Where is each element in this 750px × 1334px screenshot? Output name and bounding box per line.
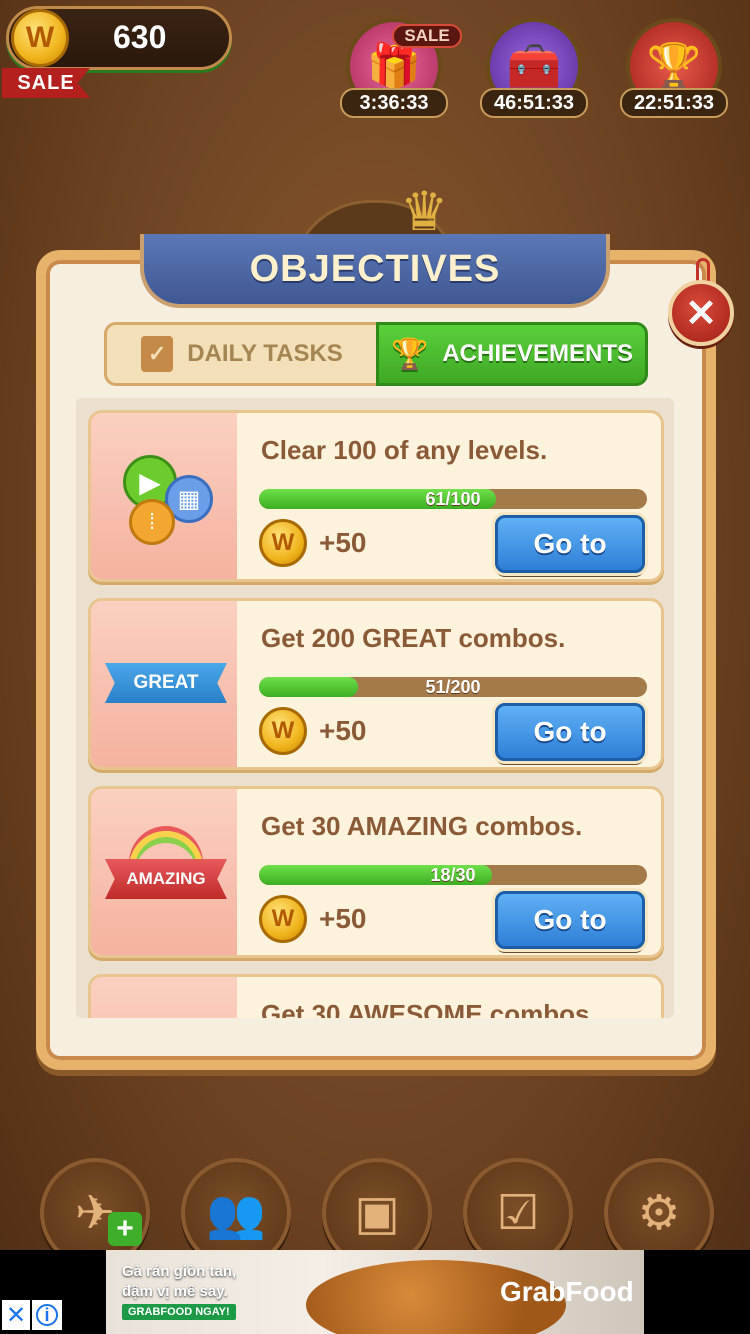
close-icon: ✕ — [685, 292, 717, 335]
close-button[interactable]: ✕ — [668, 280, 734, 346]
ad-line-1: Gà rán giòn tan, — [122, 1263, 237, 1280]
progress-text: 51/200 — [425, 677, 481, 697]
trophy-timer-button[interactable]: 🏆 22:51:33 — [620, 0, 728, 118]
achievement-title: Clear 100 of any levels. — [261, 435, 548, 465]
ad-banner[interactable]: Gà rán giòn tan, đậm vị mê say. GRABFOOD… — [106, 1250, 644, 1334]
awesome-icon — [91, 977, 237, 1018]
dialog-title: OBJECTIVES — [140, 234, 610, 308]
achievement-title: Get 30 AMAZING combos. — [261, 811, 583, 841]
tab-daily-tasks[interactable]: ✓ DAILY TASKS — [104, 322, 380, 386]
ad-text: Gà rán giòn tan, đậm vị mê say. — [122, 1262, 236, 1302]
chest-timer-label: 46:51:33 — [480, 88, 588, 118]
go-to-button[interactable]: Go to — [495, 891, 645, 949]
achievement-card: Get 30 AWESOME combos. — [88, 974, 664, 1018]
album-icon: ▣ — [354, 1187, 400, 1240]
coin-icon: W — [259, 707, 307, 755]
achievement-title: Get 30 AWESOME combos. — [261, 999, 597, 1018]
achievements-list[interactable]: ▶ ▦ ⁞ Clear 100 of any levels. 61/100 W … — [76, 398, 674, 1018]
amazing-ribbon-icon: AMAZING — [91, 789, 237, 955]
ad-close-button[interactable]: ✕ — [2, 1300, 30, 1330]
reward-amount: +50 — [319, 903, 367, 934]
amazing-ribbon-label: AMAZING — [105, 859, 227, 899]
sale-badge: SALE — [392, 24, 462, 48]
plus-icon: + — [108, 1212, 142, 1246]
achievement-title: Get 200 GREAT combos. — [261, 623, 566, 653]
ad-brand-logo: GrabFood — [500, 1276, 634, 1307]
progress-bar: 18/30 — [259, 865, 647, 885]
coin-icon: W — [259, 519, 307, 567]
trophy-icon: 🏆 — [390, 337, 429, 371]
progress-text: 18/30 — [430, 865, 476, 885]
tab-daily-tasks-label: DAILY TASKS — [187, 340, 343, 367]
chest-timer-button[interactable]: 🧰 46:51:33 — [480, 0, 588, 118]
reward-amount: +50 — [319, 527, 367, 558]
achievement-card: AMAZING Get 30 AMAZING combos. 18/30 W +… — [88, 786, 664, 958]
go-to-button[interactable]: Go to — [495, 515, 645, 573]
ad-info-button[interactable]: i — [32, 1300, 62, 1330]
ad-cta[interactable]: GRABFOOD NGAY! — [122, 1304, 236, 1320]
great-ribbon-label: GREAT — [105, 663, 227, 703]
levels-icon: ▶ ▦ ⁞ — [91, 413, 237, 579]
reward-amount: +50 — [319, 715, 367, 746]
coin-balance[interactable]: W 630 — [6, 6, 232, 70]
progress-bar: 51/200 — [259, 677, 647, 697]
settings-gear-icon: ⚙ — [637, 1187, 681, 1240]
clipboard-icon: ✓ — [141, 336, 174, 372]
ad-line-2: đậm vị mê say. — [122, 1283, 228, 1300]
go-to-button[interactable]: Go to — [495, 703, 645, 761]
close-icon: ✕ — [5, 1301, 27, 1329]
tasks-clipboard-icon: ☑ — [496, 1187, 540, 1240]
achievement-card: ▶ ▦ ⁞ Clear 100 of any levels. 61/100 W … — [88, 410, 664, 582]
progress-text: 61/100 — [425, 489, 481, 509]
tab-achievements[interactable]: 🏆 ACHIEVEMENTS — [376, 322, 648, 386]
tab-achievements-label: ACHIEVEMENTS — [442, 340, 634, 367]
achievement-card: GREAT Get 200 GREAT combos. 51/200 W +50… — [88, 598, 664, 770]
coin-count: 630 — [113, 19, 167, 55]
info-icon: i — [36, 1304, 58, 1326]
trophy-timer-label: 22:51:33 — [620, 88, 728, 118]
friends-icon: 👥 — [206, 1187, 266, 1241]
great-ribbon-icon: GREAT — [91, 601, 237, 767]
coin-icon: W — [11, 9, 69, 67]
gift-timer-button[interactable]: 🎁 SALE 3:36:33 — [340, 0, 462, 118]
sale-ribbon[interactable]: SALE — [2, 68, 90, 98]
coin-icon: W — [259, 895, 307, 943]
gift-timer-label: 3:36:33 — [340, 88, 448, 118]
progress-bar: 61/100 — [259, 489, 647, 509]
grid-dots-icon: ⁞ — [129, 499, 175, 545]
